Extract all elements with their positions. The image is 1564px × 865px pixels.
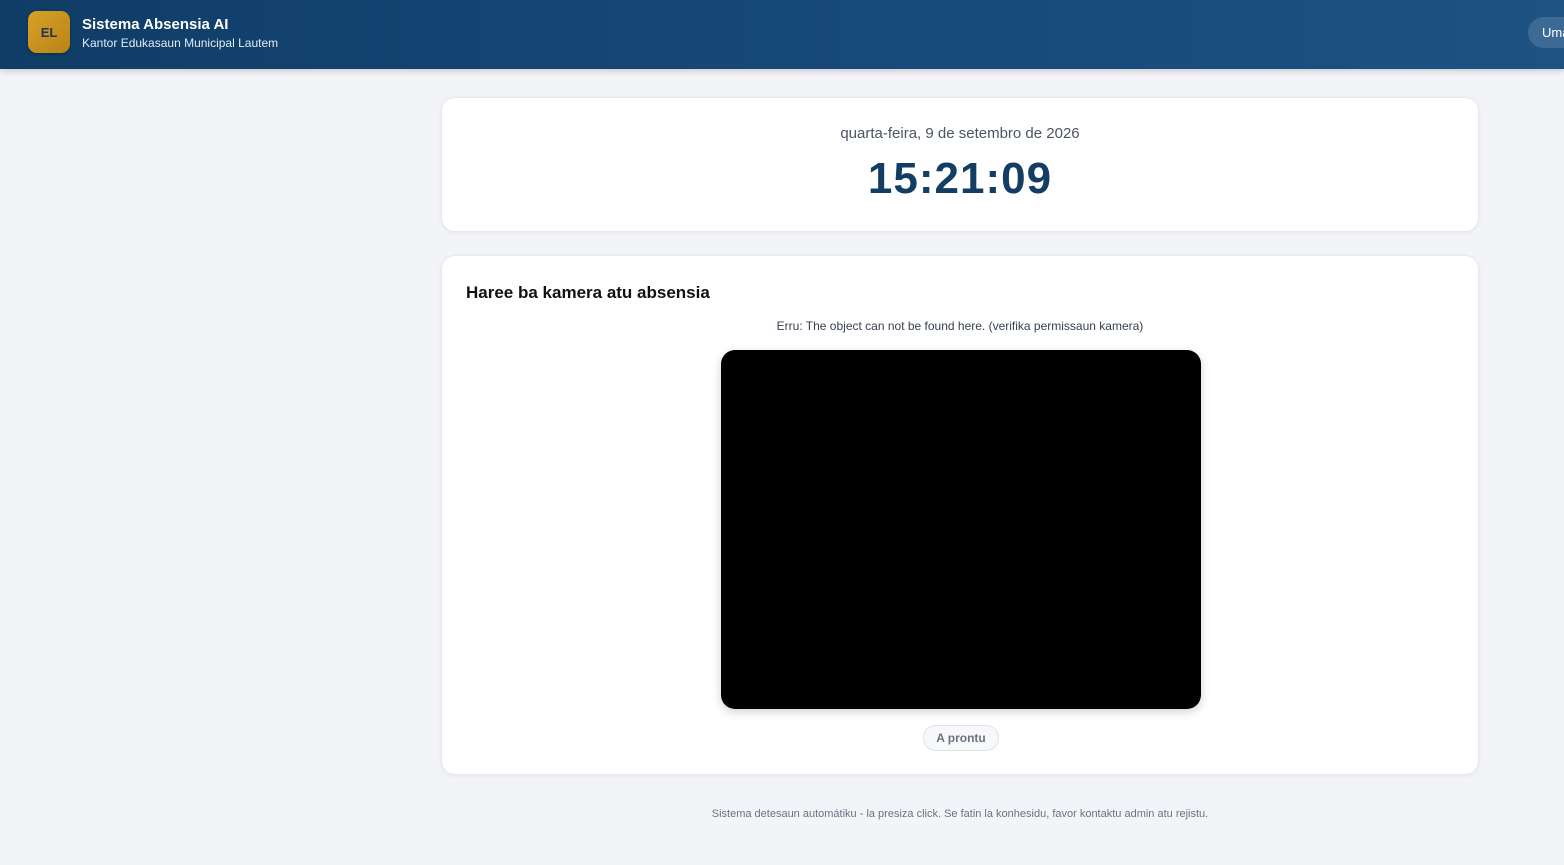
user-menu-button[interactable]: Uma xyxy=(1528,17,1564,48)
camera-title: Haree ba kamera atu absensia xyxy=(466,283,710,302)
camera-error-message: Erru: The object can not be found here. … xyxy=(776,319,1144,333)
top-bar: EL Sistema Absensia AI Kantor Edukasaun … xyxy=(0,0,1564,69)
camera-video-feed xyxy=(721,350,1201,709)
app-title: Sistema Absensia AI xyxy=(82,16,229,33)
logo-text: EL xyxy=(40,24,58,40)
app-logo: EL xyxy=(28,11,70,53)
current-time: 15:21:09 xyxy=(867,154,1053,203)
clock-card: quarta-feira, 9 de setembro de 2026 15:2… xyxy=(441,97,1479,232)
footer-note: Sistema detesaun automátiku - la presiza… xyxy=(711,808,1209,820)
status-ready-button[interactable]: A prontu xyxy=(923,725,999,751)
app-subtitle: Kantor Edukasaun Municipal Lautem xyxy=(82,36,279,50)
current-date: quarta-feira, 9 de setembro de 2026 xyxy=(840,125,1080,142)
camera-card: Haree ba kamera atu absensia Erru: The o… xyxy=(441,255,1479,775)
